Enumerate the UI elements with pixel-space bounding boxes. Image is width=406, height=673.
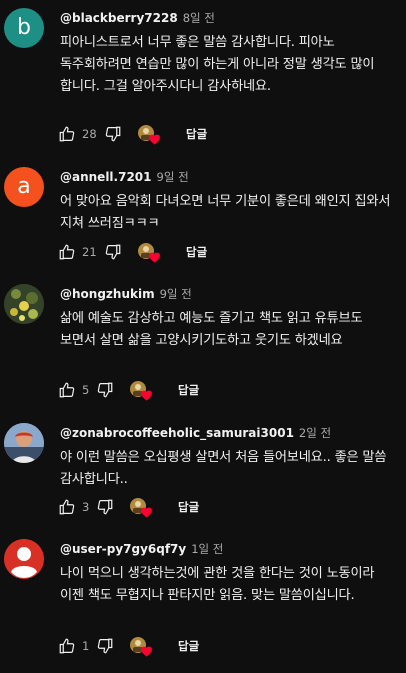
author-name[interactable]: @annell.7201 [60,170,152,184]
reply-button[interactable]: 답글 [172,378,205,402]
like-button[interactable] [58,381,76,399]
thumbs-up-icon [59,638,75,654]
creator-heart-badge[interactable] [130,378,156,402]
reply-button[interactable]: 답글 [172,495,205,519]
like-button[interactable] [58,125,76,143]
thumbs-down-icon [105,244,121,260]
comment-body: @annell.7201 9일 전 어 맞아요 음악회 다녀오면 너무 기분이 좋… [60,167,398,235]
thumbs-down-icon [97,638,113,654]
avatar[interactable] [4,539,44,579]
creator-heart-badge[interactable] [130,495,156,519]
avatar-letter: a [17,174,31,199]
creator-heart-icon [141,390,152,401]
reply-button[interactable]: 답글 [172,634,205,658]
comment-body: @blackberry7228 8일 전 피아니스트로서 너무 좋은 말씀 감사합… [60,8,398,98]
like-count: 1 [82,639,90,653]
thumbs-up-icon [59,382,75,398]
flower-avatar-image [4,284,44,324]
comment-list: b @blackberry7228 8일 전 피아니스트로서 너무 좋은 말씀 감… [0,0,406,673]
like-count: 21 [82,245,97,259]
comment-body: @hongzhukim 9일 전 삶에 예술도 감상하고 예능도 즐기고 책도 읽… [60,284,398,352]
published-time[interactable]: 1일 전 [191,542,223,556]
like-button[interactable] [58,243,76,261]
comment-body: @user-py7gy6qf7y 1일 전 나이 먹으니 생각하는것에 관한 것을… [60,539,398,607]
avatar-letter: b [17,15,31,40]
comment-text: 나이 먹으니 생각하는것에 관한 것을 한다는 것이 노동이라 이젠 책도 무협… [60,566,375,603]
thumbs-down-icon [105,126,121,142]
dislike-button[interactable] [104,243,122,261]
default-user-icon [4,539,44,579]
thumbs-up-icon [59,244,75,260]
comment-text: 피아니스트로서 너무 좋은 말씀 감사합니다. 피아노 독주회하려면 연습만 많… [60,35,375,94]
published-time[interactable]: 9일 전 [160,287,192,301]
creator-heart-badge[interactable] [138,122,164,146]
thumbs-down-icon [97,382,113,398]
creator-heart-icon [149,134,160,145]
author-name[interactable]: @user-py7gy6qf7y [60,542,186,556]
thumbs-down-icon [97,499,113,515]
creator-heart-badge[interactable] [138,240,164,264]
published-time[interactable]: 2일 전 [299,426,331,440]
comment-header: @hongzhukim 9일 전 [60,284,398,302]
author-name[interactable]: @blackberry7228 [60,11,178,25]
creator-heart-icon [141,507,152,518]
action-toolbar: 21 답글 [58,240,213,264]
dislike-button[interactable] [96,381,114,399]
action-toolbar: 3 답글 [58,495,205,519]
reply-button[interactable]: 답글 [180,122,213,146]
comment-header: @annell.7201 9일 전 [60,167,398,185]
author-name[interactable]: @zonabrocoffeeholic_samurai3001 [60,426,294,440]
action-toolbar: 28 답글 [58,122,213,146]
like-button[interactable] [58,498,76,516]
person-photo-avatar [4,423,44,463]
comment-body: @zonabrocoffeeholic_samurai3001 2일 전 야 이런… [60,423,398,491]
thumbs-up-icon [59,499,75,515]
action-toolbar: 5 답글 [58,378,205,402]
avatar[interactable]: a [4,167,44,207]
creator-heart-icon [141,646,152,657]
comment-text: 삶에 예술도 감상하고 예능도 즐기고 책도 읽고 유튜브도 보면서 살면 삶을… [60,311,363,348]
avatar[interactable] [4,423,44,463]
creator-heart-badge[interactable] [130,634,156,658]
like-count: 28 [82,127,97,141]
dislike-button[interactable] [104,125,122,143]
reply-button[interactable]: 답글 [180,240,213,264]
dislike-button[interactable] [96,637,114,655]
creator-heart-icon [149,252,160,263]
comment-text: 야 이런 말씀은 오십평생 살면서 처음 들어보네요.. 좋은 말씀 감사합니다… [60,450,387,487]
comment-header: @zonabrocoffeeholic_samurai3001 2일 전 [60,423,398,441]
dislike-button[interactable] [96,498,114,516]
published-time[interactable]: 9일 전 [157,170,189,184]
thumbs-up-icon [59,126,75,142]
comment-header: @user-py7gy6qf7y 1일 전 [60,539,398,557]
like-button[interactable] [58,637,76,655]
like-count: 3 [82,500,90,514]
avatar[interactable]: b [4,8,44,48]
author-name[interactable]: @hongzhukim [60,287,155,301]
published-time[interactable]: 8일 전 [183,11,215,25]
action-toolbar: 1 답글 [58,634,205,658]
avatar[interactable] [4,284,44,324]
like-count: 5 [82,383,90,397]
comment-header: @blackberry7228 8일 전 [60,8,398,26]
comment-text: 어 맞아요 음악회 다녀오면 너무 기분이 좋은데 왜인지 집와서 지쳐 쓰러짐… [60,194,391,231]
